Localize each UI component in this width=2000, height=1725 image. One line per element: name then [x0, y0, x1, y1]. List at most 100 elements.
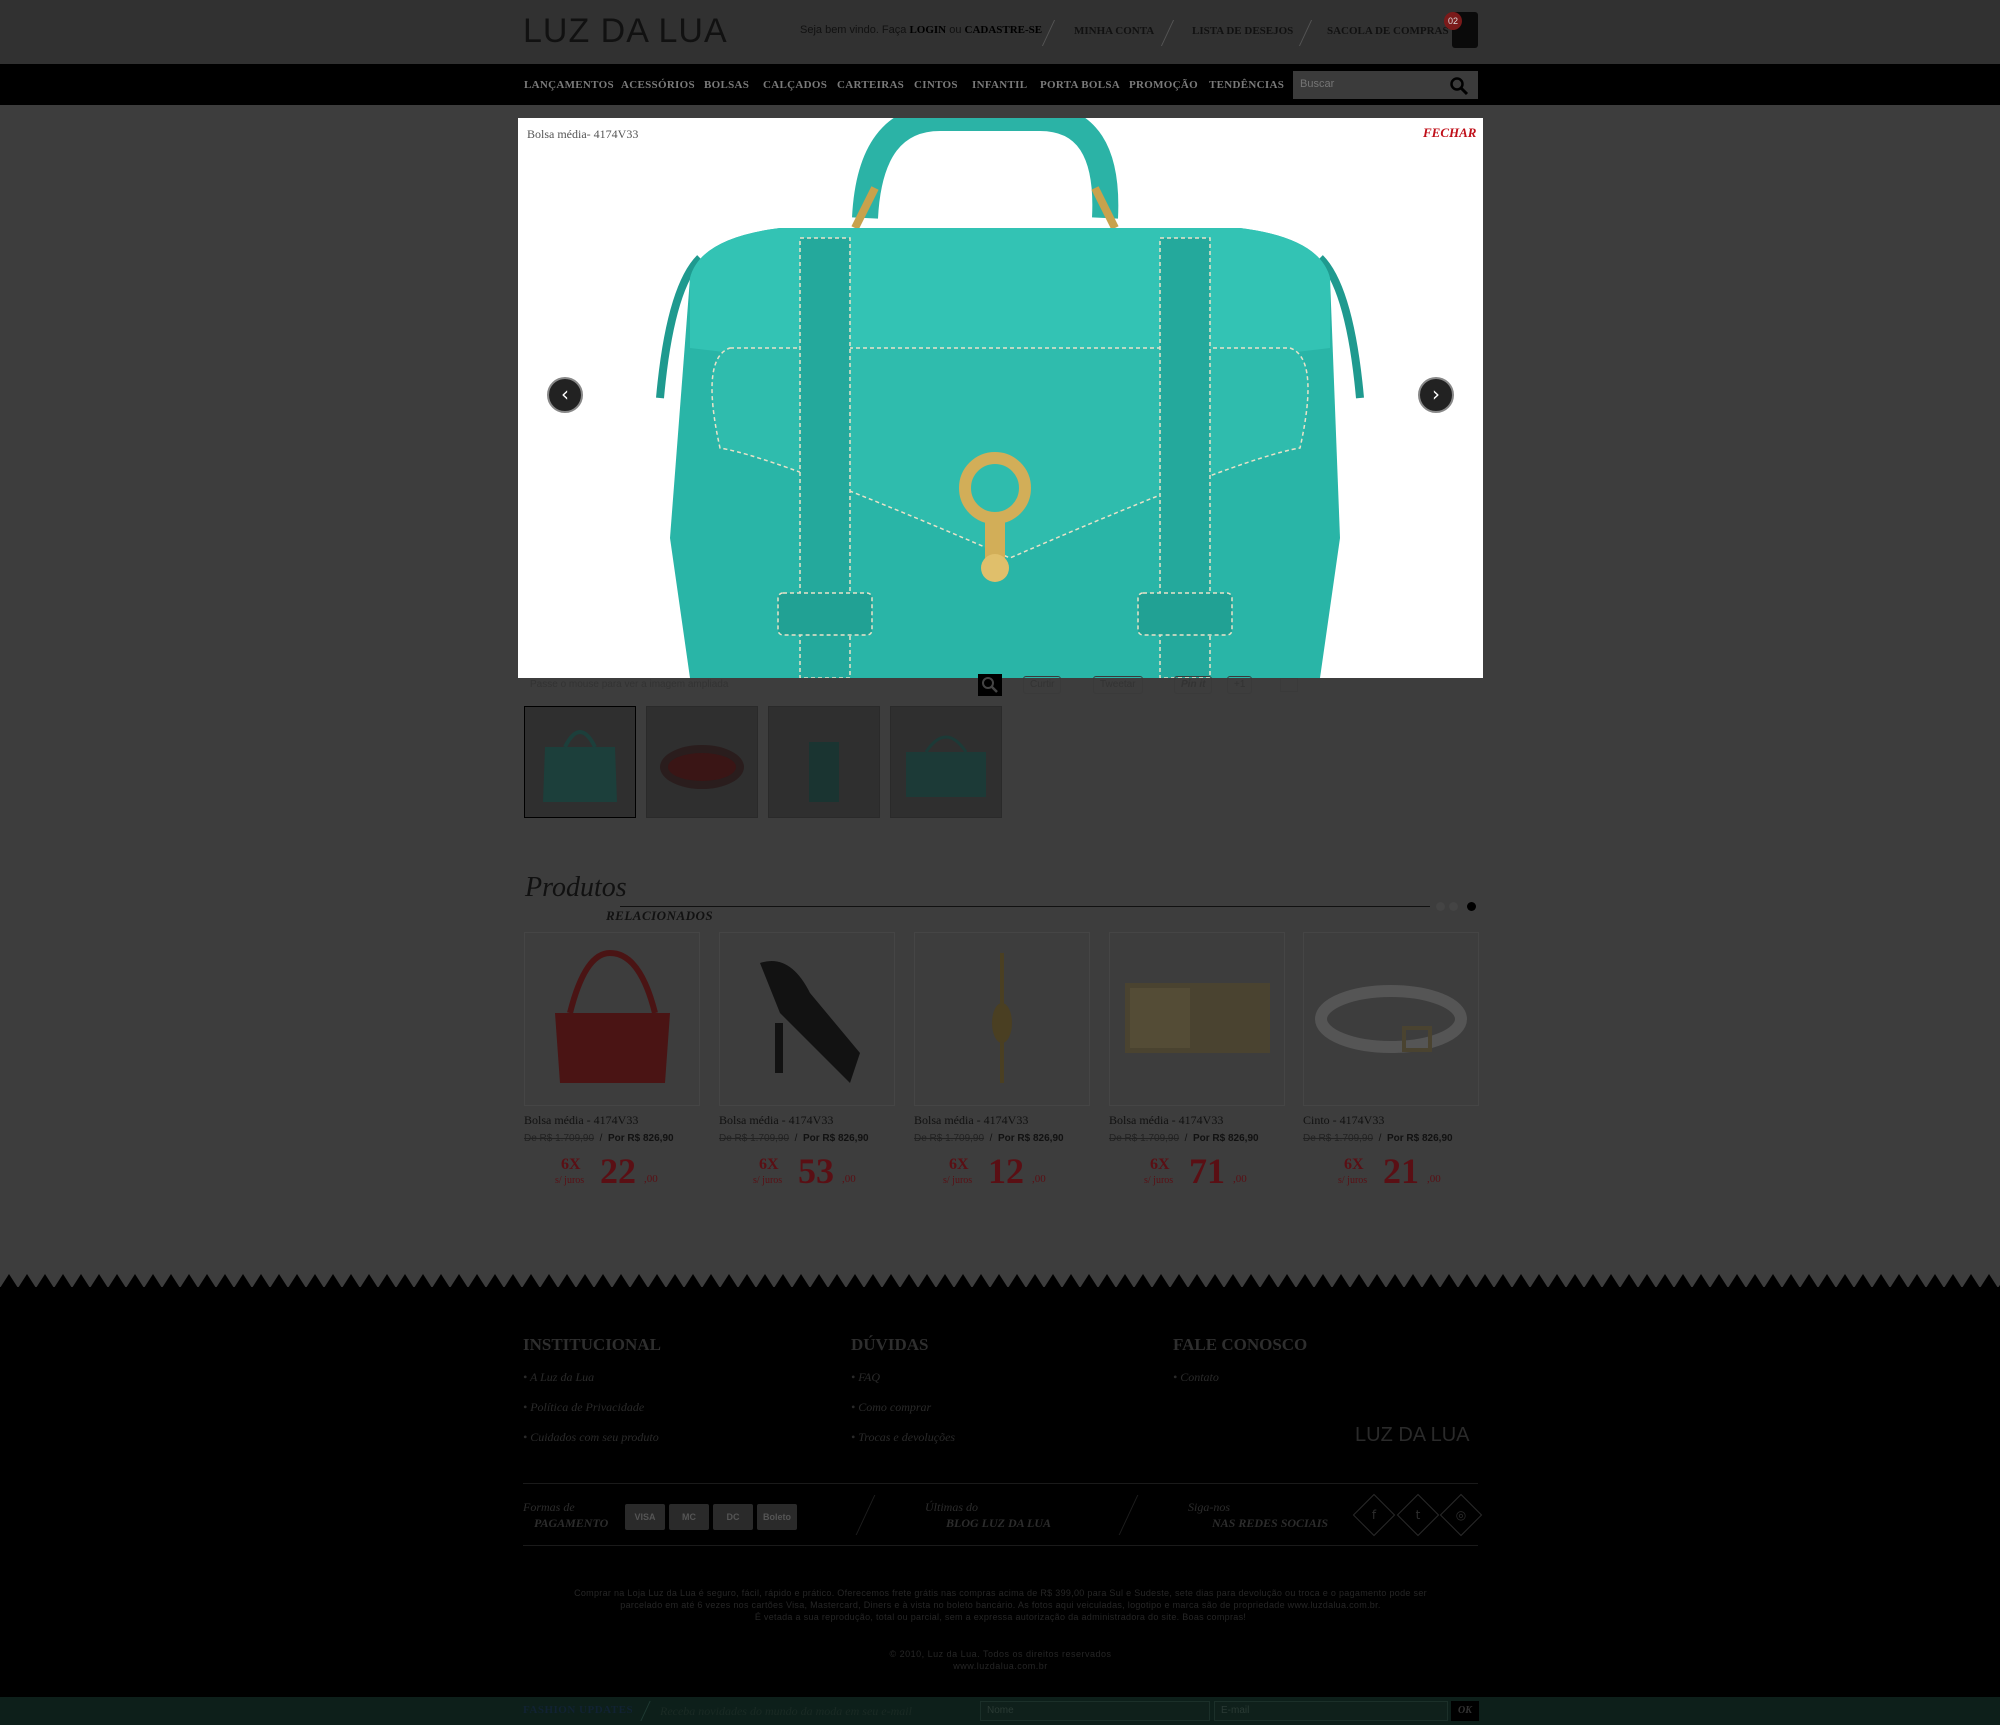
wishlist-link[interactable]: LISTA DE DESEJOS: [1192, 25, 1293, 37]
installment-cents: ,00: [1032, 1173, 1046, 1185]
thumbnail-bag-icon: [906, 735, 986, 797]
nav-item-calcados[interactable]: CALÇADOS: [763, 79, 827, 91]
product-name[interactable]: Bolsa média - 4174V33: [524, 1113, 638, 1128]
site-url[interactable]: www.luzdalua.com.br: [523, 1660, 1478, 1672]
nav-item-acessorios[interactable]: ACESSÓRIOS: [621, 79, 695, 91]
mastercard-icon: MC: [669, 1504, 709, 1530]
google-plus-button[interactable]: +1: [1227, 676, 1253, 694]
lightbox-close-button[interactable]: FECHAR: [1423, 125, 1476, 141]
thumbnail-bag-icon: [543, 730, 617, 802]
footer-link[interactable]: • Trocas e devoluções: [851, 1430, 955, 1445]
old-price: De R$ 1.709,90: [914, 1133, 985, 1144]
product-name[interactable]: Bolsa média - 4174V33: [1109, 1113, 1223, 1128]
product-card-image[interactable]: [719, 932, 895, 1106]
nav-item-infantil[interactable]: INFANTIL: [972, 79, 1027, 91]
installment-cents: ,00: [1427, 1173, 1441, 1185]
product-name[interactable]: Bolsa média - 4174V33: [719, 1113, 833, 1128]
footer-link[interactable]: • Cuidados com seu produto: [523, 1430, 659, 1445]
social-label: Siga-nos: [1188, 1500, 1230, 1514]
nav-item-porta-bolsa[interactable]: PORTA BOLSA: [1040, 79, 1120, 91]
product-card-image[interactable]: [1109, 932, 1285, 1106]
shopping-bag-link[interactable]: SACOLA DE COMPRAS: [1327, 25, 1449, 37]
visa-card-icon: VISA: [625, 1504, 665, 1530]
new-price: Por R$ 826,90: [1386, 1133, 1453, 1144]
nav-item-tendencias[interactable]: TENDÊNCIAS: [1209, 79, 1284, 91]
carousel-dot[interactable]: [1436, 902, 1445, 911]
new-price: Por R$ 826,90: [607, 1133, 674, 1144]
or-text: ou: [946, 24, 965, 36]
next-image-arrow-icon[interactable]: ›: [1418, 377, 1454, 413]
welcome-text: Seja bem vindo. Faça LOGIN ou CADASTRE-S…: [800, 24, 1042, 36]
newsletter-title: FASHION UPDATES: [523, 1704, 634, 1716]
thumbnail-2[interactable]: [646, 706, 758, 818]
product-price: De R$ 1.709,90 / Por R$ 826,90: [524, 1133, 674, 1144]
facebook-like-button[interactable]: Curtir: [1023, 676, 1062, 694]
product-card-image[interactable]: [524, 932, 700, 1106]
zoom-icon[interactable]: [978, 674, 1002, 696]
login-link[interactable]: LOGIN: [909, 24, 946, 36]
newsletter-submit-button[interactable]: OK: [1451, 1701, 1479, 1721]
tweet-button[interactable]: Tweetar: [1093, 676, 1143, 694]
installment-times: 6X: [561, 1156, 581, 1173]
thumbnail-4[interactable]: [890, 706, 1002, 818]
copyright: © 2010, Luz da Lua. Todos os direitos re…: [523, 1648, 1478, 1672]
legal-text: Comprar na Loja Luz da Lua é seguro, fác…: [523, 1587, 1478, 1623]
old-price: De R$ 1.709,90: [1303, 1133, 1374, 1144]
nav-item-bolsas[interactable]: BOLSAS: [704, 79, 749, 91]
footer-link[interactable]: • Política de Privacidade: [523, 1400, 644, 1415]
register-link[interactable]: CADASTRE-SE: [965, 24, 1043, 36]
product-price: De R$ 1.709,90 / Por R$ 826,90: [719, 1133, 869, 1144]
carousel-dot-active[interactable]: [1467, 902, 1476, 911]
boleto-icon: Boleto: [757, 1504, 797, 1530]
my-account-link[interactable]: MINHA CONTA: [1074, 25, 1154, 37]
product-name[interactable]: Cinto - 4174V33: [1303, 1113, 1384, 1128]
footer-link[interactable]: • FAQ: [851, 1370, 880, 1385]
footer-link[interactable]: • Contato: [1173, 1370, 1219, 1385]
email-share-icon[interactable]: [1280, 678, 1298, 692]
installment-cents: ,00: [1233, 1173, 1247, 1185]
social-label: NAS REDES SOCIAIS: [1212, 1516, 1329, 1530]
installment-times: 6X: [759, 1156, 779, 1173]
installment-value: 22: [600, 1151, 636, 1191]
old-price: De R$ 1.709,90: [524, 1133, 595, 1144]
welcome-prefix: Seja bem vindo. Faça: [800, 24, 910, 36]
nav-item-lancamentos[interactable]: LANÇAMENTOS: [524, 79, 614, 91]
site-logo[interactable]: LUZ DA LUA: [523, 12, 728, 51]
product-price: De R$ 1.709,90 / Por R$ 826,90: [1109, 1133, 1259, 1144]
pinit-button[interactable]: Pin it: [1174, 676, 1213, 694]
footer-link[interactable]: • Como comprar: [851, 1400, 931, 1415]
thumbnail-1[interactable]: [524, 706, 636, 818]
nav-item-carteiras[interactable]: CARTEIRAS: [837, 79, 904, 91]
footer-link[interactable]: • A Luz da Lua: [523, 1370, 594, 1385]
product-card-image[interactable]: [1303, 932, 1479, 1106]
newsletter-name-field[interactable]: Nome: [980, 1701, 1210, 1721]
twitter-glyph: t: [1415, 1508, 1421, 1522]
search-icon[interactable]: [1449, 76, 1469, 96]
price-separator: /: [599, 1133, 603, 1144]
lightbox-title: Bolsa média- 4174V33: [527, 127, 639, 141]
nav-item-cintos[interactable]: CINTOS: [914, 79, 958, 91]
newsletter-description: Receba novidades do mundo da moda em seu…: [660, 1704, 912, 1718]
installment-times: 6X: [1344, 1156, 1364, 1173]
product-image[interactable]: [600, 118, 1420, 678]
thumbnail-3[interactable]: [768, 706, 880, 818]
product-card-image[interactable]: [914, 932, 1090, 1106]
prev-image-arrow-icon[interactable]: ‹: [547, 377, 583, 413]
old-price: De R$ 1.709,90: [719, 1133, 790, 1144]
newsletter-email-field[interactable]: E-mail: [1214, 1701, 1448, 1721]
nav-item-promocao[interactable]: PROMOÇÃO: [1129, 79, 1198, 91]
search-input[interactable]: [1300, 78, 1440, 90]
blog-link[interactable]: BLOG LUZ DA LUA: [946, 1516, 1051, 1531]
product-name[interactable]: Bolsa média - 4174V33: [914, 1113, 1028, 1128]
installment-juros: s/ juros: [555, 1175, 585, 1186]
new-price: Por R$ 826,90: [1192, 1133, 1259, 1144]
installment-juros: s/ juros: [1144, 1175, 1174, 1186]
footer-divider: [523, 1483, 1478, 1484]
footer-heading-fale-conosco: FALE CONOSCO: [1173, 1335, 1308, 1354]
carousel-dot[interactable]: [1449, 902, 1458, 911]
footer: [0, 1287, 2000, 1697]
diners-card-icon: DC: [713, 1504, 753, 1530]
footer-divider: [523, 1545, 1478, 1546]
price-separator: /: [794, 1133, 798, 1144]
cart-count-badge: 02: [1444, 12, 1462, 30]
